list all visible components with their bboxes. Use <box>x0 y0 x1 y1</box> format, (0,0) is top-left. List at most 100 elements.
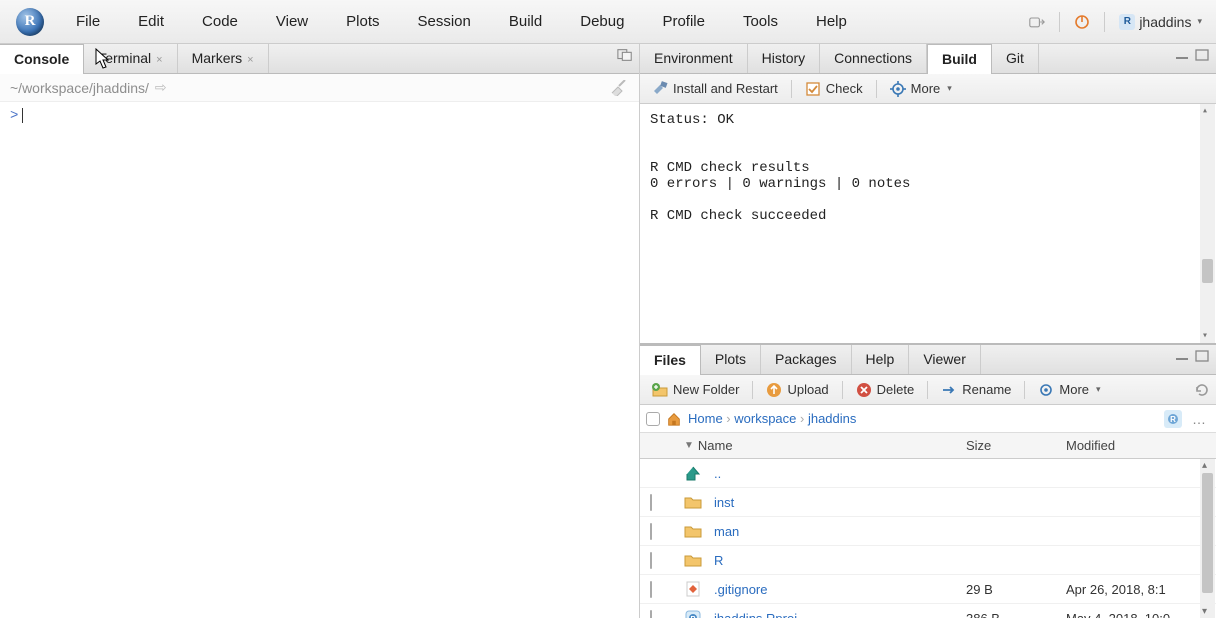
rename-button[interactable]: Rename <box>935 380 1017 400</box>
folder-icon <box>684 522 702 540</box>
menu-tools[interactable]: Tools <box>733 7 788 36</box>
menu-items: File Edit Code View Plots Session Build Debug Pr… <box>66 7 857 36</box>
tab-console[interactable]: Console <box>0 44 84 74</box>
maximize-icon[interactable] <box>1194 349 1210 363</box>
upload-button[interactable]: Upload <box>760 380 834 400</box>
caret-down-icon: ▾ <box>947 83 952 94</box>
file-row[interactable]: .gitignore29 BApr 26, 2018, 8:1 <box>640 575 1216 604</box>
tab-help[interactable]: Help <box>852 345 910 374</box>
file-name[interactable]: .. <box>714 466 721 481</box>
tab-build[interactable]: Build <box>927 44 992 74</box>
file-name[interactable]: jhaddins.Rproj <box>714 611 797 618</box>
file-name[interactable]: man <box>714 524 739 539</box>
menu-code[interactable]: Code <box>192 7 248 36</box>
popout-icon[interactable] <box>617 48 633 62</box>
file-name[interactable]: R <box>714 553 723 568</box>
menu-edit[interactable]: Edit <box>128 7 174 36</box>
console-path-bar: ~/workspace/jhaddins/ ⇨ <box>0 74 639 102</box>
file-row[interactable]: .. <box>640 459 1216 488</box>
menu-file[interactable]: File <box>66 7 110 36</box>
tab-packages[interactable]: Packages <box>761 345 851 374</box>
upload-label: Upload <box>787 382 828 397</box>
maximize-icon[interactable] <box>1194 48 1210 62</box>
file-name[interactable]: .gitignore <box>714 582 767 597</box>
tab-environment[interactable]: Environment <box>640 44 748 73</box>
files-more-button[interactable]: More ▾ <box>1032 380 1106 400</box>
scrollbar[interactable] <box>1200 459 1215 618</box>
console-tabbar: ConsoleTerminal×Markers× <box>0 44 639 74</box>
file-modified: Apr 26, 2018, 8:1 <box>1066 582 1216 597</box>
minimize-icon[interactable] <box>1174 48 1190 62</box>
breadcrumb-workspace[interactable]: workspace <box>734 411 796 426</box>
breadcrumb-home[interactable]: Home <box>688 411 723 426</box>
close-icon[interactable]: × <box>156 54 162 66</box>
delete-label: Delete <box>877 382 915 397</box>
delete-button[interactable]: Delete <box>850 380 921 400</box>
divider <box>1104 12 1105 32</box>
file-checkbox[interactable] <box>650 494 652 511</box>
file-checkbox[interactable] <box>650 523 652 540</box>
tab-git[interactable]: Git <box>992 44 1039 73</box>
menu-plots[interactable]: Plots <box>336 7 389 36</box>
r-logo-icon: R <box>16 8 44 36</box>
folder-icon <box>684 493 702 511</box>
gear-icon <box>1038 382 1054 398</box>
file-row[interactable]: inst <box>640 488 1216 517</box>
file-checkbox[interactable] <box>650 552 652 569</box>
power-icon[interactable] <box>1074 14 1090 30</box>
export-project-icon[interactable] <box>1029 14 1045 30</box>
file-name[interactable]: inst <box>714 495 734 510</box>
up-icon <box>684 464 702 482</box>
rproj-icon[interactable]: R <box>1164 410 1182 428</box>
menu-help[interactable]: Help <box>806 7 857 36</box>
breadcrumb-jhaddins[interactable]: jhaddins <box>808 411 856 426</box>
file-row[interactable]: Rjhaddins.Rproj386 BMay 4, 2018, 10:0 <box>640 604 1216 618</box>
divider <box>1059 12 1060 32</box>
menu-profile[interactable]: Profile <box>652 7 715 36</box>
console-path-text: ~/workspace/jhaddins/ <box>10 80 149 96</box>
minimize-icon[interactable] <box>1174 349 1190 363</box>
tab-plots[interactable]: Plots <box>701 345 761 374</box>
left-pane: ConsoleTerminal×Markers× ~/workspace/jha… <box>0 44 640 618</box>
home-icon[interactable] <box>666 411 682 427</box>
file-checkbox[interactable] <box>650 610 652 618</box>
close-icon[interactable]: × <box>247 54 253 66</box>
build-tabbar: EnvironmentHistoryConnectionsBuildGit <box>640 44 1216 74</box>
file-list[interactable]: .. inst man R .gitignore29 BApr 26, 2018, 8:… <box>640 459 1216 618</box>
path-chevron-icon[interactable]: ⇨ <box>155 79 167 96</box>
user-badge-icon: R <box>1119 14 1135 30</box>
tab-files[interactable]: Files <box>640 345 701 375</box>
check-button[interactable]: Check <box>799 79 869 99</box>
menu-debug[interactable]: Debug <box>570 7 634 36</box>
tab-terminal[interactable]: Terminal× <box>84 44 177 73</box>
new-folder-button[interactable]: New Folder <box>646 380 745 400</box>
install-restart-button[interactable]: Install and Restart <box>646 79 784 99</box>
col-name-header[interactable]: ▼Name <box>680 438 966 453</box>
username-label: jhaddins <box>1139 14 1191 30</box>
clear-console-icon[interactable] <box>609 80 629 96</box>
install-label: Install and Restart <box>673 81 778 96</box>
scrollbar[interactable] <box>1200 104 1215 343</box>
file-row[interactable]: R <box>640 546 1216 575</box>
tab-history[interactable]: History <box>748 44 821 73</box>
menu-session[interactable]: Session <box>408 7 481 36</box>
build-output[interactable]: Status: OK R CMD check results 0 errors … <box>640 104 1216 343</box>
more-label: More <box>911 81 941 96</box>
file-checkbox[interactable] <box>650 581 652 598</box>
refresh-icon[interactable] <box>1194 382 1210 398</box>
gitignore-icon <box>684 580 702 598</box>
col-modified-header[interactable]: Modified <box>1066 438 1216 453</box>
build-more-button[interactable]: More ▾ <box>884 79 958 99</box>
col-size-header[interactable]: Size <box>966 438 1066 453</box>
more-label: More <box>1059 382 1089 397</box>
console-body[interactable]: > <box>0 102 639 618</box>
select-all-checkbox[interactable] <box>646 412 660 426</box>
tab-viewer[interactable]: Viewer <box>909 345 981 374</box>
tab-connections[interactable]: Connections <box>820 44 927 73</box>
user-menu[interactable]: R jhaddins ▾ <box>1119 14 1202 30</box>
path-more-icon[interactable]: … <box>1188 411 1210 427</box>
menu-view[interactable]: View <box>266 7 318 36</box>
menu-build[interactable]: Build <box>499 7 552 36</box>
file-row[interactable]: man <box>640 517 1216 546</box>
tab-markers[interactable]: Markers× <box>178 44 269 73</box>
